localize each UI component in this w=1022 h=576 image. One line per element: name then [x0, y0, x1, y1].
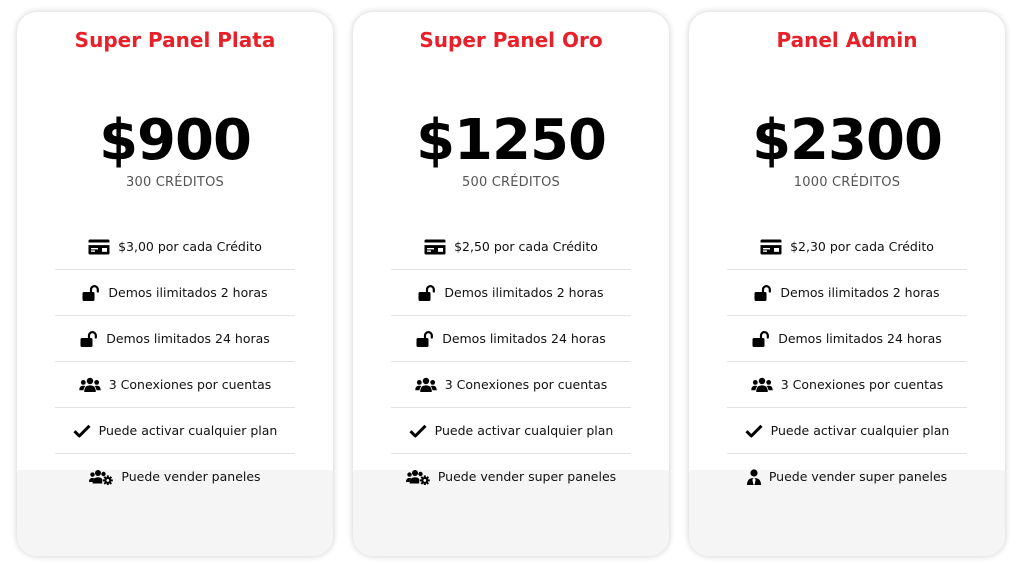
- users-gear-icon: [89, 469, 114, 485]
- feature-item: $2,50 por cada Crédito: [391, 224, 631, 270]
- users-icon: [415, 377, 437, 393]
- unlock-icon: [752, 330, 770, 347]
- feature-item: Puede vender super paneles: [391, 454, 631, 499]
- users-icon: [79, 377, 101, 393]
- feature-item: Puede vender paneles: [55, 454, 295, 499]
- feature-item: Puede vender super paneles: [727, 454, 967, 499]
- plan-credits: 500 CRÉDITOS: [462, 175, 560, 190]
- users-icon: [751, 377, 773, 393]
- feature-text: Demos ilimitados 2 horas: [780, 285, 940, 300]
- plan-price: $1250: [416, 108, 607, 173]
- plan-credits: 300 CRÉDITOS: [126, 175, 224, 190]
- credit-card-icon: [424, 239, 446, 255]
- check-icon: [73, 424, 91, 438]
- feature-item: 3 Conexiones por cuentas: [391, 362, 631, 408]
- feature-text: Demos ilimitados 2 horas: [108, 285, 268, 300]
- feature-text: Puede activar cualquier plan: [98, 423, 278, 438]
- feature-item: $3,00 por cada Crédito: [55, 224, 295, 270]
- feature-text: Demos limitados 24 horas: [778, 331, 942, 346]
- feature-text: Puede vender paneles: [121, 469, 261, 484]
- feature-list: $3,00 por cada Crédito Demos ilimitados …: [55, 224, 295, 499]
- feature-item: $2,30 por cada Crédito: [727, 224, 967, 270]
- feature-item: Demos ilimitados 2 horas: [391, 270, 631, 316]
- feature-text: Puede activar cualquier plan: [434, 423, 614, 438]
- feature-list: $2,50 por cada Crédito Demos ilimitados …: [391, 224, 631, 499]
- feature-item: Demos limitados 24 horas: [727, 316, 967, 362]
- unlock-icon: [416, 330, 434, 347]
- plan-card-admin: Panel Admin $2300 1000 CRÉDITOS $2,30 po…: [689, 12, 1005, 556]
- feature-text: Puede vender super paneles: [437, 469, 617, 484]
- feature-item: Puede activar cualquier plan: [55, 408, 295, 454]
- feature-text: Demos ilimitados 2 horas: [444, 285, 604, 300]
- check-icon: [745, 424, 763, 438]
- plan-title: Super Panel Oro: [419, 28, 603, 52]
- feature-text: Demos limitados 24 horas: [442, 331, 606, 346]
- feature-text: Puede vender super paneles: [768, 469, 948, 484]
- unlock-icon: [418, 284, 436, 301]
- feature-item: Demos ilimitados 2 horas: [727, 270, 967, 316]
- feature-list: $2,30 por cada Crédito Demos ilimitados …: [727, 224, 967, 499]
- feature-text: Demos limitados 24 horas: [106, 331, 270, 346]
- feature-text: $2,30 por cada Crédito: [790, 239, 934, 254]
- feature-text: $2,50 por cada Crédito: [454, 239, 598, 254]
- feature-item: Demos limitados 24 horas: [55, 316, 295, 362]
- feature-text: 3 Conexiones por cuentas: [108, 377, 272, 392]
- credit-card-icon: [760, 239, 782, 255]
- plan-credits: 1000 CRÉDITOS: [793, 175, 901, 190]
- plan-card-plata: Super Panel Plata $900 300 CRÉDITOS $3,0…: [17, 12, 333, 556]
- feature-item: Puede activar cualquier plan: [727, 408, 967, 454]
- feature-item: 3 Conexiones por cuentas: [55, 362, 295, 408]
- users-gear-icon: [405, 469, 430, 485]
- plan-card-oro: Super Panel Oro $1250 500 CRÉDITOS $2,50…: [353, 12, 669, 556]
- plan-price: $2300: [752, 108, 943, 173]
- feature-item: Puede activar cualquier plan: [391, 408, 631, 454]
- check-icon: [409, 424, 427, 438]
- user-tie-icon: [746, 468, 761, 485]
- plan-price: $900: [99, 108, 252, 173]
- unlock-icon: [80, 330, 98, 347]
- unlock-icon: [82, 284, 100, 301]
- feature-text: 3 Conexiones por cuentas: [780, 377, 944, 392]
- feature-item: 3 Conexiones por cuentas: [727, 362, 967, 408]
- plan-title: Super Panel Plata: [74, 28, 276, 52]
- credit-card-icon: [88, 239, 110, 255]
- plan-title: Panel Admin: [776, 28, 918, 52]
- feature-item: Demos limitados 24 horas: [391, 316, 631, 362]
- feature-text: 3 Conexiones por cuentas: [444, 377, 608, 392]
- unlock-icon: [754, 284, 772, 301]
- feature-text: Puede activar cualquier plan: [770, 423, 950, 438]
- feature-item: Demos ilimitados 2 horas: [55, 270, 295, 316]
- feature-text: $3,00 por cada Crédito: [118, 239, 262, 254]
